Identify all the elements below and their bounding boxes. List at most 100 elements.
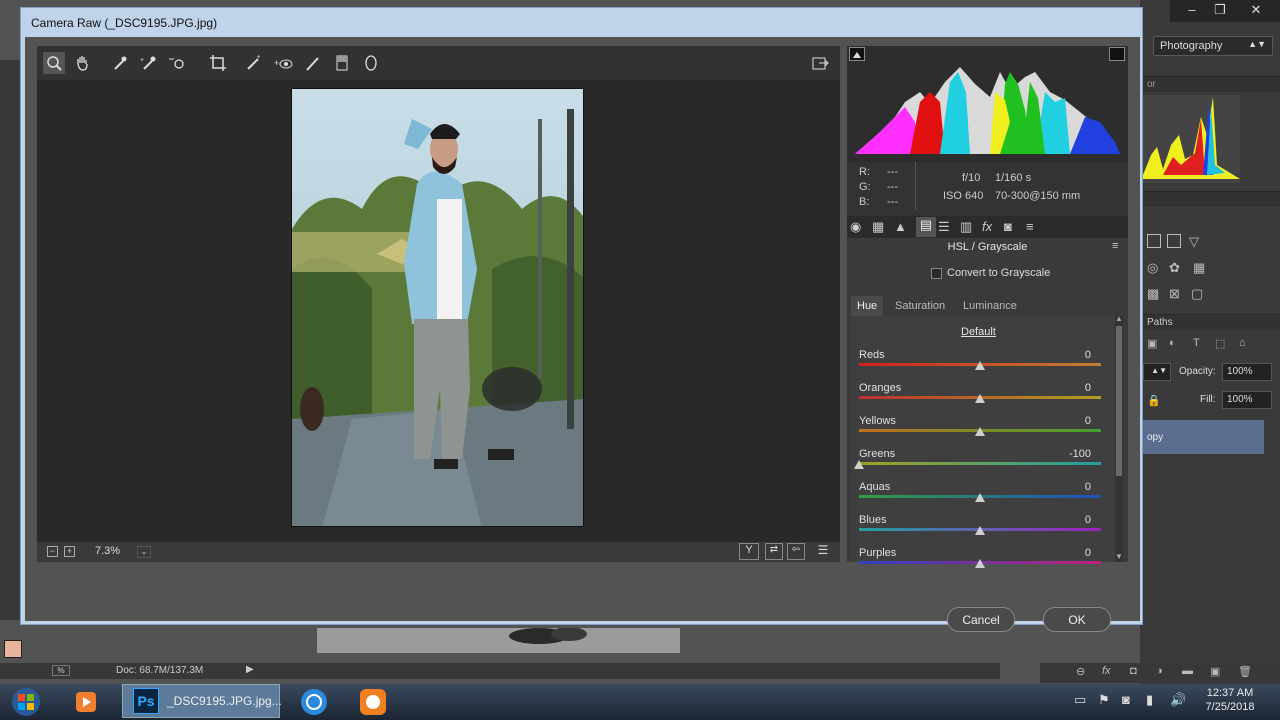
white-balance-tool[interactable] xyxy=(109,52,131,74)
slider-thumb[interactable] xyxy=(854,460,864,469)
delete-layer-icon[interactable]: 🗑 xyxy=(1238,665,1252,678)
before-after-view-button[interactable]: Y xyxy=(739,543,759,560)
copy-settings-button[interactable]: ⇦ xyxy=(787,543,805,560)
slider-thumb[interactable] xyxy=(975,493,985,502)
ok-button[interactable]: OK xyxy=(1043,607,1111,632)
open-preferences-button[interactable] xyxy=(809,52,831,74)
circle-icon[interactable]: ◐ xyxy=(1169,337,1176,349)
hue-tab[interactable]: Hue xyxy=(851,296,884,316)
volume-icon[interactable]: 🔊 xyxy=(1170,692,1186,708)
gradient-triangle-icon[interactable]: ▽ xyxy=(1189,234,1199,250)
zoom-level[interactable]: 7.3% xyxy=(95,545,120,557)
minimize-button[interactable]: – xyxy=(1178,2,1206,17)
folder-icon[interactable]: ▭ xyxy=(1074,692,1086,708)
lock-icon[interactable]: 🔒 xyxy=(1147,394,1161,407)
smart-object-icon[interactable]: ⌂ xyxy=(1239,337,1246,349)
tone-curve-tab-icon[interactable]: ▦ xyxy=(872,219,890,235)
panel-menu-icon[interactable]: ≡ xyxy=(1112,240,1118,252)
color-sampler-tool[interactable]: + xyxy=(138,52,160,74)
link-icon[interactable]: ⊖ xyxy=(1076,665,1085,678)
paths-tab[interactable]: Paths xyxy=(1147,317,1173,328)
slider-thumb[interactable] xyxy=(975,394,985,403)
presets-tab-icon[interactable]: ≡ xyxy=(1026,219,1044,235)
panel-scrollbar[interactable]: ▲ ▼ xyxy=(1115,314,1123,562)
exposure-icon[interactable] xyxy=(1167,234,1181,248)
highlight-clipping-warning[interactable] xyxy=(1109,47,1125,61)
luminance-tab[interactable]: Luminance xyxy=(957,296,1023,316)
zoom-dropdown[interactable]: ⌄ xyxy=(137,546,151,558)
selective-color-icon[interactable]: ▢ xyxy=(1191,286,1203,302)
signal-icon[interactable]: ▮ xyxy=(1146,692,1153,708)
scroll-up-icon[interactable]: ▲ xyxy=(1115,314,1123,323)
status-arrow-icon[interactable]: ▶ xyxy=(246,664,254,675)
swap-settings-button[interactable]: ⇄ xyxy=(765,543,783,560)
zoom-tool[interactable] xyxy=(43,52,65,74)
slider-value[interactable]: 0 xyxy=(1051,415,1091,427)
fill-field[interactable]: 100% xyxy=(1222,391,1272,409)
foreground-color[interactable] xyxy=(4,640,22,658)
spot-removal-tool[interactable]: * xyxy=(243,52,265,74)
layer-row[interactable]: opy xyxy=(1143,420,1264,454)
slider-thumb[interactable] xyxy=(975,361,985,370)
crop-tool[interactable] xyxy=(207,52,229,74)
media-player-task[interactable] xyxy=(60,686,112,718)
split-toning-tab-icon[interactable]: ☰ xyxy=(938,219,956,235)
slider-value[interactable]: 0 xyxy=(1051,349,1091,361)
adjustment-brush-tool[interactable] xyxy=(302,52,324,74)
detail-tab-icon[interactable]: ▲ xyxy=(894,219,912,235)
graduated-filter-tool[interactable] xyxy=(331,52,353,74)
radial-filter-tool[interactable] xyxy=(360,52,382,74)
slider-value[interactable]: 0 xyxy=(1051,382,1091,394)
slider-thumb[interactable] xyxy=(975,526,985,535)
mask-icon[interactable]: ◘ xyxy=(1130,665,1137,677)
photoshop-task[interactable]: Ps _DSC9195.JPG.jpg... xyxy=(122,684,282,718)
panel-tab[interactable]: or xyxy=(1147,79,1156,90)
network-icon[interactable]: ⚑ xyxy=(1098,692,1110,708)
camera-calibration-tab-icon[interactable]: ◙ xyxy=(1004,219,1022,235)
zoom-in-button[interactable]: + xyxy=(64,546,75,557)
zoom-field[interactable]: % xyxy=(52,665,70,676)
type-icon[interactable]: T xyxy=(1193,337,1200,349)
red-eye-tool[interactable]: + xyxy=(273,52,295,74)
zoom-out-button[interactable]: − xyxy=(47,546,58,557)
clock[interactable]: 12:37 AM 7/25/2018 xyxy=(1190,686,1270,714)
restore-button[interactable]: ❐ xyxy=(1206,2,1234,18)
basic-tab-icon[interactable]: ◉ xyxy=(850,219,868,235)
close-button[interactable]: ✕ xyxy=(1242,2,1270,18)
image-icon[interactable]: ▣ xyxy=(1147,337,1157,350)
hsl-tab-icon[interactable]: ▤ xyxy=(916,217,936,237)
antivirus-icon[interactable]: ◙ xyxy=(1122,692,1130,707)
cancel-button[interactable]: Cancel xyxy=(947,607,1015,632)
invert-icon[interactable]: ▩ xyxy=(1147,286,1159,302)
uc-browser-task[interactable] xyxy=(350,686,402,718)
slider-value[interactable]: -100 xyxy=(1051,448,1091,460)
slider-value[interactable]: 0 xyxy=(1051,514,1091,526)
saturation-tab[interactable]: Saturation xyxy=(889,296,951,316)
new-layer-icon[interactable]: ▣ xyxy=(1210,665,1220,678)
slider-thumb[interactable] xyxy=(975,559,985,568)
channel-mixer-icon[interactable]: ▦ xyxy=(1193,260,1205,276)
targeted-adjustment-tool[interactable] xyxy=(167,52,189,74)
lens-tab-icon[interactable]: ▥ xyxy=(960,219,978,235)
effects-tab-icon[interactable]: fx xyxy=(982,219,1000,235)
hue-sat-icon[interactable]: ◎ xyxy=(1147,260,1158,276)
color-balance-icon[interactable]: ✿ xyxy=(1169,260,1180,276)
threshold-icon[interactable]: ⊠ xyxy=(1169,286,1180,302)
slider-value[interactable]: 0 xyxy=(1051,547,1091,559)
default-link[interactable]: Default xyxy=(961,326,996,338)
scroll-down-icon[interactable]: ▼ xyxy=(1115,552,1123,561)
slider-thumb[interactable] xyxy=(975,427,985,436)
workspace-select[interactable]: Photography ▲▼ xyxy=(1153,36,1273,56)
shadow-clipping-warning[interactable] xyxy=(849,47,865,61)
hand-tool[interactable] xyxy=(72,52,94,74)
group-icon[interactable]: ▬ xyxy=(1182,665,1193,677)
slider-track[interactable] xyxy=(859,462,1101,465)
scrollbar-thumb[interactable] xyxy=(1116,326,1122,476)
grayscale-checkbox[interactable] xyxy=(931,268,942,279)
settings-icon[interactable]: ☰ xyxy=(813,543,833,560)
slider-value[interactable]: 0 xyxy=(1051,481,1091,493)
adjustment-layer-icon[interactable]: ◑ xyxy=(1156,665,1163,677)
blend-mode-select[interactable]: ▲▼ xyxy=(1143,363,1171,381)
opacity-field[interactable]: 100% xyxy=(1222,363,1272,381)
curves-icon[interactable] xyxy=(1147,234,1161,248)
